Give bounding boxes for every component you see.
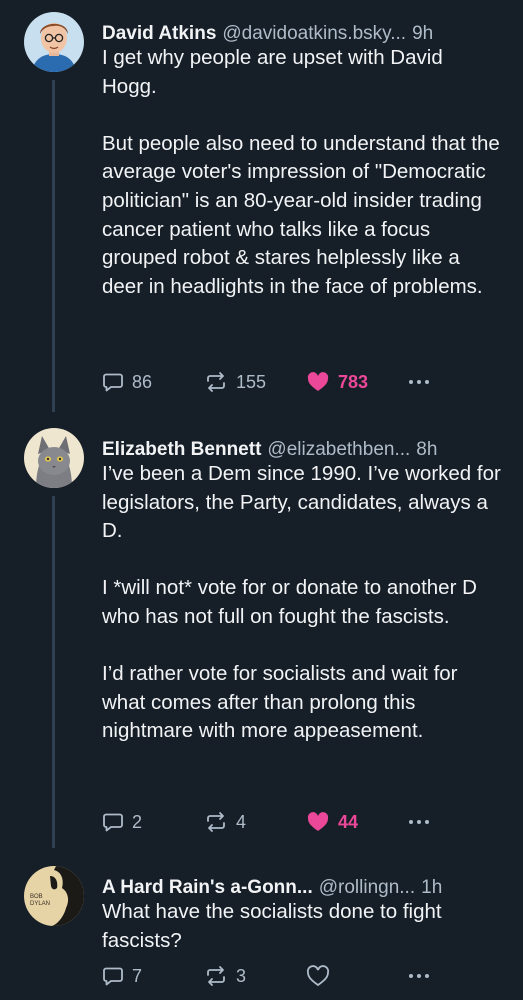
cat-avatar-icon <box>24 428 84 488</box>
more-options-button[interactable] <box>406 368 432 396</box>
reply-count: 7 <box>132 965 143 986</box>
like-button[interactable]: 783 <box>306 368 368 396</box>
repost-button[interactable]: 4 <box>204 808 246 836</box>
more-options-button[interactable] <box>406 962 432 990</box>
author-name[interactable]: Elizabeth Bennett <box>102 438 261 462</box>
post-header: A Hard Rain's a-Gonn... @rollingn... 1h <box>102 876 501 900</box>
post-actions: 86 155 783 <box>102 368 442 396</box>
post-elizabeth-bennett[interactable]: Elizabeth Bennett @elizabethben... 8h I’… <box>0 428 523 848</box>
post-a-hard-rain[interactable]: BOB DYLAN A Hard Rain's a-Gonn... @rolli… <box>0 866 523 1000</box>
thread-feed: David Atkins @davidoatkins.bsky... 9h I … <box>0 0 523 1000</box>
author-name[interactable]: A Hard Rain's a-Gonn... <box>102 876 313 900</box>
post-paragraph: I *will not* vote for or donate to anoth… <box>102 576 477 628</box>
reply-count: 86 <box>132 371 153 392</box>
ellipsis-icon <box>409 974 429 978</box>
repost-count: 3 <box>236 965 247 986</box>
post-body: What have the socialists done to fight f… <box>102 898 502 955</box>
like-count: 44 <box>338 811 359 832</box>
avatar[interactable] <box>24 428 84 488</box>
cartoon-man-avatar-icon <box>24 12 84 72</box>
post-paragraph: What have the socialists done to fight f… <box>102 900 442 952</box>
speech-bubble-icon <box>103 967 123 986</box>
author-handle[interactable]: @davidoatkins.bsky... <box>222 22 406 46</box>
post-time[interactable]: 8h <box>416 438 437 462</box>
repost-button[interactable]: 155 <box>204 368 266 396</box>
repost-count: 155 <box>236 371 267 392</box>
post-header: David Atkins @davidoatkins.bsky... 9h <box>102 22 501 46</box>
repost-arrows-icon <box>207 966 225 986</box>
bob-dylan-album-avatar-icon: BOB DYLAN <box>24 866 84 926</box>
avatar-text: DYLAN <box>30 901 50 907</box>
reply-button[interactable]: 7 <box>102 962 142 990</box>
author-name[interactable]: David Atkins <box>102 22 216 46</box>
heart-icon <box>307 812 329 831</box>
post-paragraph: But people also need to understand that … <box>102 131 500 298</box>
avatar[interactable]: BOB DYLAN <box>24 866 84 926</box>
like-button[interactable]: 44 <box>306 808 358 836</box>
post-body: I get why people are upset with David Ho… <box>102 44 502 301</box>
repost-button[interactable]: 3 <box>204 962 246 990</box>
author-handle[interactable]: @rollingn... <box>319 876 415 900</box>
like-count: 783 <box>338 371 369 392</box>
more-options-button[interactable] <box>406 808 432 836</box>
reply-button[interactable]: 86 <box>102 368 152 396</box>
ellipsis-icon <box>409 820 429 824</box>
post-paragraph: I get why people are upset with David Ho… <box>102 46 443 98</box>
repost-count: 4 <box>236 811 247 832</box>
avatar-text: BOB <box>30 894 43 900</box>
post-paragraph: I’ve been a Dem since 1990. I’ve worked … <box>102 462 501 543</box>
ellipsis-icon <box>409 380 429 384</box>
reply-count: 2 <box>132 811 143 832</box>
heart-icon <box>307 372 329 391</box>
post-actions: 7 3 <box>102 962 442 990</box>
post-paragraph: I’d rather vote for socialists and wait … <box>102 662 458 743</box>
repost-arrows-icon <box>207 812 225 832</box>
heart-icon <box>306 965 330 987</box>
like-button[interactable] <box>306 962 338 990</box>
post-time[interactable]: 9h <box>412 22 433 46</box>
post-actions: 2 4 44 <box>102 808 442 836</box>
thread-line <box>52 496 55 848</box>
speech-bubble-icon <box>103 813 123 832</box>
post-time[interactable]: 1h <box>421 876 442 900</box>
avatar[interactable] <box>24 12 84 72</box>
repost-arrows-icon <box>207 372 225 392</box>
post-david-atkins[interactable]: David Atkins @davidoatkins.bsky... 9h I … <box>0 12 523 412</box>
post-header: Elizabeth Bennett @elizabethben... 8h <box>102 438 501 462</box>
post-body: I’ve been a Dem since 1990. I’ve worked … <box>102 460 502 746</box>
thread-line <box>52 80 55 412</box>
author-handle[interactable]: @elizabethben... <box>267 438 410 462</box>
reply-button[interactable]: 2 <box>102 808 142 836</box>
speech-bubble-icon <box>103 373 123 392</box>
